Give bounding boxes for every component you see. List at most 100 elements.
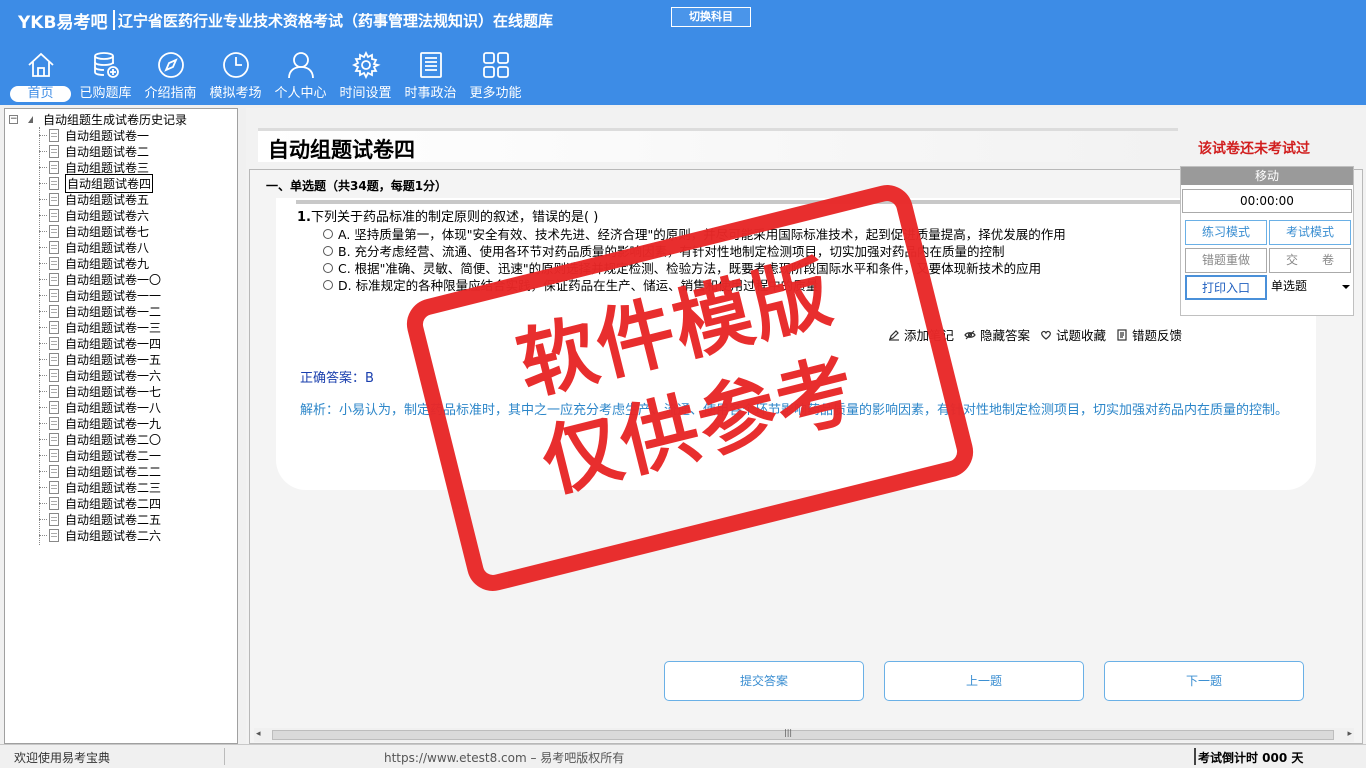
- tree-item[interactable]: 自动组题试卷二二: [35, 463, 161, 479]
- document-icon: [49, 400, 59, 414]
- document-icon: [49, 240, 59, 254]
- tree-item-label: 自动组题试卷二六: [65, 528, 162, 543]
- clock-icon: [222, 52, 249, 78]
- tree-item[interactable]: 自动组题试卷六: [35, 207, 161, 223]
- tree-connector-dash: [39, 294, 47, 296]
- favorite-question-button[interactable]: 试题收藏: [1040, 325, 1106, 344]
- nav-current-affairs-label: 时事政治: [404, 86, 457, 101]
- tree-connector-dash: [39, 438, 47, 440]
- tree-item[interactable]: 自动组题试卷二: [35, 143, 161, 159]
- tree-item[interactable]: 自动组题试卷一九: [35, 415, 161, 431]
- option-b-radio[interactable]: [323, 245, 333, 256]
- tree-item[interactable]: 自动组题试卷一: [35, 127, 161, 143]
- nav-guide[interactable]: 介绍指南: [138, 46, 203, 104]
- nav-more[interactable]: 更多功能: [463, 46, 528, 104]
- scrollbar-thumb[interactable]: [272, 730, 1334, 740]
- tree-item[interactable]: 自动组题试卷一三: [35, 319, 161, 335]
- document-icon: [49, 128, 59, 142]
- document-icon: [49, 272, 59, 286]
- tree-item[interactable]: 自动组题试卷九: [35, 255, 161, 271]
- tree-item[interactable]: 自动组题试卷二六: [35, 527, 161, 543]
- document-icon: [49, 416, 59, 430]
- tree-item[interactable]: 自动组题试卷二三: [35, 479, 161, 495]
- tree-item[interactable]: 自动组题试卷四: [35, 173, 161, 193]
- option-a-radio[interactable]: [323, 228, 333, 239]
- scroll-right-icon[interactable]: ▸: [1347, 729, 1352, 739]
- document-icon: [49, 384, 59, 398]
- tree-item[interactable]: 自动组题试卷一二: [35, 303, 161, 319]
- panel-drag-handle[interactable]: 移动: [1181, 167, 1353, 185]
- nav-time-settings[interactable]: 时间设置: [333, 46, 398, 104]
- compass-icon: [157, 52, 184, 78]
- horizontal-scrollbar[interactable]: ◂ ||| ▸: [254, 728, 1354, 742]
- tree-item[interactable]: 自动组题试卷一七: [35, 383, 161, 399]
- tree-item[interactable]: 自动组题试卷七: [35, 223, 161, 239]
- nav-mock-exam[interactable]: 模拟考场: [203, 46, 268, 104]
- question-text: 下列关于药品标准的制定原则的叙述，错误的是( ): [310, 210, 599, 225]
- tree-item[interactable]: 自动组题试卷一一: [35, 287, 161, 303]
- tree-connector-dash: [39, 166, 47, 168]
- document-icon: [49, 448, 59, 462]
- prev-question-button[interactable]: 上一题: [884, 661, 1084, 701]
- tree-item[interactable]: 自动组题试卷一〇: [35, 271, 161, 287]
- exam-control-panel: 移动 00:00:00 练习模式 考试模式 错题重做 交 卷 打印入口 单选题: [1180, 166, 1354, 316]
- tree-item-label: 自动组题试卷一: [65, 128, 150, 143]
- question-type-value: 单选题: [1271, 279, 1308, 293]
- hand-in-button[interactable]: 交 卷: [1269, 248, 1351, 273]
- tree-item-label: 自动组题试卷二: [65, 144, 150, 159]
- tree-item-label: 自动组题试卷一五: [65, 352, 162, 367]
- tree-item[interactable]: 自动组题试卷二四: [35, 495, 161, 511]
- document-icon: [49, 224, 59, 238]
- tree-item[interactable]: 自动组题试卷八: [35, 239, 161, 255]
- document-icon: [49, 336, 59, 350]
- document-icon: [49, 480, 59, 494]
- main-nav: 首页 已购题库 介绍指南 模拟考场 个人中心 时间设置 时事政治 更多功能: [8, 46, 528, 104]
- tree-item[interactable]: 自动组题试卷二〇: [35, 431, 161, 447]
- nav-home[interactable]: 首页: [8, 46, 73, 104]
- print-entry-button[interactable]: 打印入口: [1185, 275, 1267, 300]
- collapse-icon[interactable]: −: [9, 114, 18, 124]
- tree-item[interactable]: 自动组题试卷一八: [35, 399, 161, 415]
- correct-answer: 正确答案：B: [300, 371, 374, 386]
- option-d-radio[interactable]: [323, 279, 333, 290]
- switch-subject-button[interactable]: 切换科目: [671, 7, 751, 27]
- option-c-radio[interactable]: [323, 262, 333, 273]
- tree-item[interactable]: 自动组题试卷二五: [35, 511, 161, 527]
- exam-mode-button[interactable]: 考试模式: [1269, 220, 1351, 245]
- hide-answer-label: 隐藏答案: [980, 328, 1031, 343]
- tree-item[interactable]: 自动组题试卷一六: [35, 367, 161, 383]
- tree-item-label: 自动组题试卷二四: [65, 496, 162, 511]
- section-heading: 一、单选题（共34题，每题1分）: [266, 179, 448, 193]
- document-icon: [49, 208, 59, 222]
- submit-answer-button[interactable]: 提交答案: [664, 661, 864, 701]
- heart-icon: [1041, 330, 1051, 340]
- status-bar: 欢迎使用易考宝典 https://www.etest8.com – 易考吧版权所…: [0, 744, 1366, 768]
- error-feedback-label: 错题反馈: [1132, 328, 1183, 343]
- question-type-select[interactable]: 单选题: [1269, 274, 1353, 299]
- tree-item-label: 自动组题试卷二一: [65, 448, 162, 463]
- folder-triangle-icon: [28, 115, 33, 123]
- nav-personal[interactable]: 个人中心: [268, 46, 333, 104]
- tree-root[interactable]: − 自动组题生成试卷历史记录: [9, 111, 187, 127]
- question-stem: 1.下列关于药品标准的制定原则的叙述，错误的是( ): [297, 206, 598, 225]
- error-feedback-button[interactable]: 错题反馈: [1116, 325, 1182, 344]
- practice-mode-button[interactable]: 练习模式: [1185, 220, 1267, 245]
- tree-connector-dash: [39, 246, 47, 248]
- tree-item[interactable]: 自动组题试卷五: [35, 191, 161, 207]
- tree-root-label: 自动组题生成试卷历史记录: [43, 112, 188, 127]
- tree-item-label: 自动组题试卷一一: [65, 288, 162, 303]
- redo-wrong-button[interactable]: 错题重做: [1185, 248, 1267, 273]
- nav-current-affairs[interactable]: 时事政治: [398, 46, 463, 104]
- tree-item[interactable]: 自动组题试卷一五: [35, 351, 161, 367]
- tree-connector-dash: [39, 214, 47, 216]
- tree-item[interactable]: 自动组题试卷一四: [35, 335, 161, 351]
- tree-item[interactable]: 自动组题试卷二一: [35, 447, 161, 463]
- title-separator: [113, 10, 115, 30]
- tree-connector-dash: [39, 310, 47, 312]
- next-question-button[interactable]: 下一题: [1104, 661, 1304, 701]
- nav-purchased[interactable]: 已购题库: [73, 46, 138, 104]
- document-icon: [49, 160, 59, 174]
- scroll-left-icon[interactable]: ◂: [256, 729, 261, 739]
- tree-item-label: 自动组题试卷一八: [65, 400, 162, 415]
- hide-answer-button[interactable]: 隐藏答案: [964, 325, 1030, 344]
